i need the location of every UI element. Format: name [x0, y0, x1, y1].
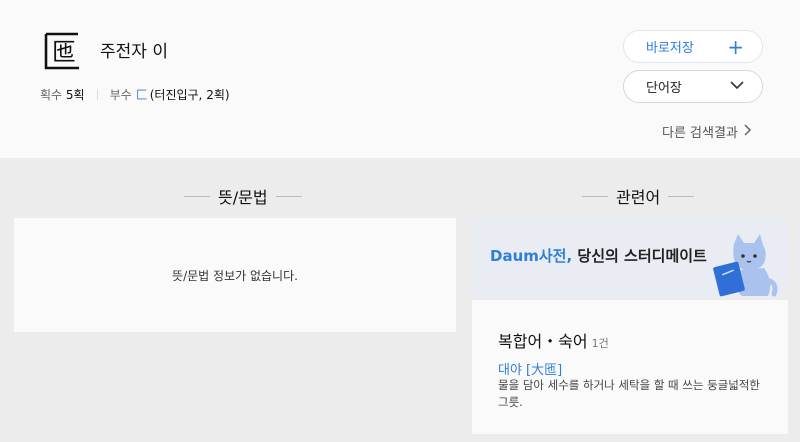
vocab-label: 단어장 [646, 81, 682, 96]
title-line-right [668, 195, 695, 197]
hanja-meta: 획수 5획 부수 匚 (터진입구, 2획) [40, 86, 230, 103]
meaning-empty-message: 뜻/문법 정보가 없습니다. [172, 268, 298, 283]
related-section-title: 관련어 [574, 184, 702, 208]
stroke-label: 획수 [40, 88, 63, 102]
more-results-label: 다른 검색결과 [662, 126, 738, 141]
related-title-text: 관련어 [616, 188, 661, 207]
more-results-link[interactable]: 다른 검색결과 [662, 122, 752, 141]
related-card: 복합어・숙어 1건 대야 [大匜] 물을 담아 세수를 하거나 세탁을 할 때 쓰… [472, 300, 788, 434]
quick-save-label: 바로저장 [646, 41, 694, 56]
meta-divider [96, 89, 98, 100]
title-line-right [275, 195, 302, 197]
radical-info: (터진입구, 2획) [149, 88, 230, 102]
quick-save-button[interactable]: 바로저장 + [623, 30, 763, 63]
page-title: 주전자 이 [100, 42, 168, 62]
related-word-link[interactable]: 대야 [大匜] [498, 359, 562, 378]
plus-icon: + [727, 34, 744, 59]
title-line-left [582, 195, 608, 197]
meaning-section-title: 뜻/문법 [176, 184, 310, 208]
cat-mascot-icon [708, 230, 778, 297]
word-header: 匜 주전자 이 획수 5획 부수 匚 (터진입구, 2획) 바로저장 + 단어장… [0, 0, 800, 158]
hanja-glyph: 匜 [42, 30, 82, 72]
radical-label: 부수 [109, 88, 132, 102]
chevron-down-icon [730, 79, 744, 94]
vocab-dropdown-button[interactable]: 단어장 [623, 70, 763, 103]
banner-tagline: 당신의 스터디메이트 [577, 247, 707, 265]
related-count: 1건 [591, 337, 609, 350]
related-word-definition: 물을 담아 세수를 하거나 세탁을 할 때 쓰는 둥글넓적한 그릇. [498, 378, 761, 409]
meaning-title-text: 뜻/문법 [218, 188, 268, 207]
banner-text: Daum사전, 당신의 스터디메이트 [490, 245, 707, 266]
related-category-label: 복합어・숙어 [498, 332, 588, 351]
title-line-left [184, 195, 210, 197]
radical-link[interactable]: 匚 [136, 86, 148, 103]
chevron-right-icon [744, 123, 752, 140]
stroke-value: 5획 [65, 88, 85, 102]
hanja-inner: 匜 [52, 38, 76, 66]
study-mate-banner[interactable]: Daum사전, 당신의 스터디메이트 [472, 218, 788, 297]
banner-brand: Daum사전, [490, 247, 573, 265]
related-category: 복합어・숙어 1건 [498, 328, 609, 352]
meaning-card: 뜻/문법 정보가 없습니다. [14, 218, 456, 332]
